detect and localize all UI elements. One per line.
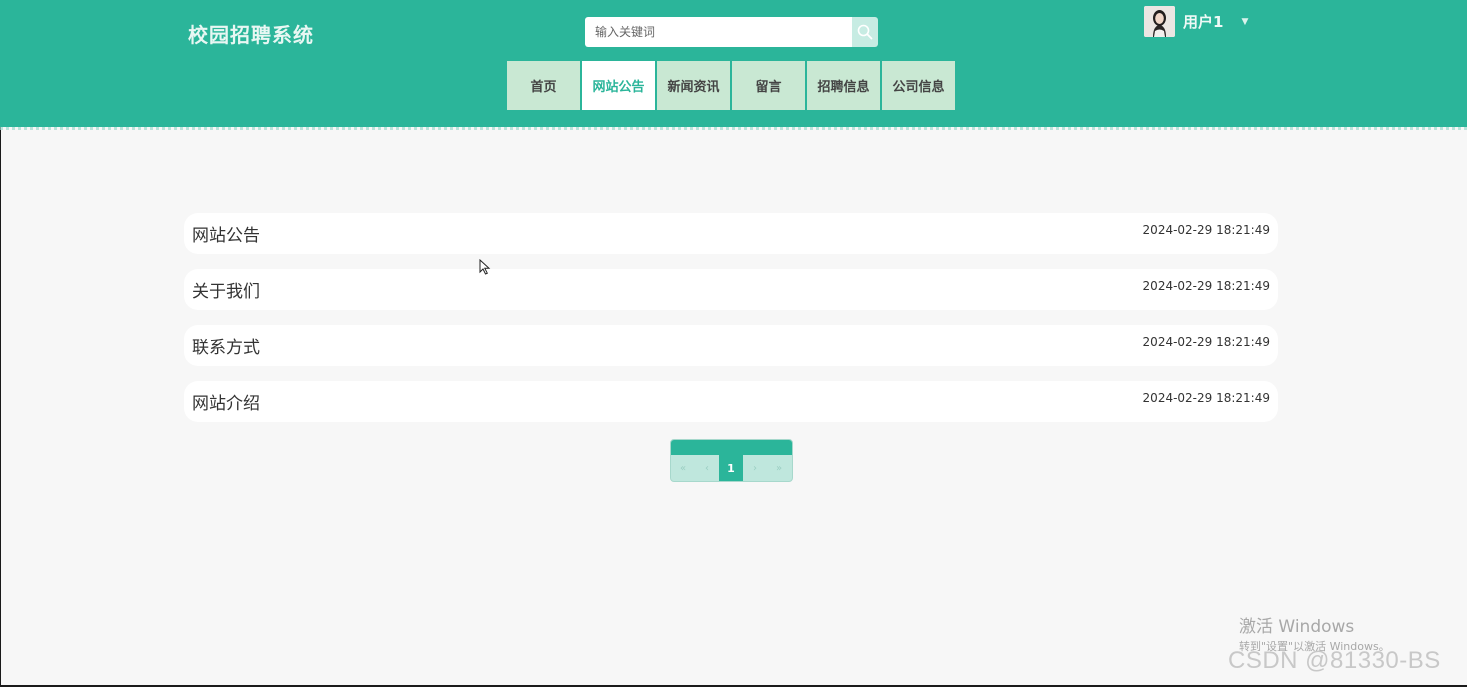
nav-item-jobs[interactable]: 招聘信息 [807, 61, 880, 110]
mouse-cursor-icon [479, 259, 491, 275]
notice-title: 网站介绍 [192, 394, 260, 414]
nav-item-home[interactable]: 首页 [507, 61, 580, 110]
list-item[interactable]: 联系方式 2024-02-29 18:21:49 [184, 325, 1278, 366]
notice-date: 2024-02-29 18:21:49 [1142, 335, 1270, 349]
activation-title: 激活 Windows [1239, 617, 1355, 637]
site-header: 校园招聘系统 用户1 ▼ 首页 网站公告 新闻资讯 留言 招聘信息 [0, 0, 1467, 130]
notice-date: 2024-02-29 18:21:49 [1142, 279, 1270, 293]
nav-item-companies[interactable]: 公司信息 [882, 61, 955, 110]
main-nav: 首页 网站公告 新闻资讯 留言 招聘信息 公司信息 [507, 61, 957, 110]
search-icon [857, 24, 873, 40]
chevron-down-icon[interactable]: ▼ [1241, 17, 1248, 27]
list-item[interactable]: 网站公告 2024-02-29 18:21:49 [184, 213, 1278, 254]
notice-date: 2024-02-29 18:21:49 [1142, 223, 1270, 237]
prev-page-button[interactable]: ‹ [695, 455, 719, 481]
notice-title: 联系方式 [192, 338, 260, 358]
search-button[interactable] [852, 17, 878, 47]
user-name: 用户1 [1183, 12, 1224, 31]
notice-title: 网站公告 [192, 226, 260, 246]
list-item[interactable]: 网站介绍 2024-02-29 18:21:49 [184, 381, 1278, 422]
nav-item-news[interactable]: 新闻资讯 [657, 61, 730, 110]
search-bar [585, 17, 878, 47]
nav-item-notices[interactable]: 网站公告 [582, 61, 655, 110]
first-page-button[interactable]: « [671, 455, 695, 481]
pagination-header [671, 440, 792, 455]
pagination: « ‹ 1 › » [670, 439, 793, 482]
site-brand[interactable]: 校园招聘系统 [188, 19, 314, 48]
nav-item-messages[interactable]: 留言 [732, 61, 805, 110]
avatar [1144, 5, 1175, 37]
search-input[interactable] [585, 17, 852, 47]
notice-list: 网站公告 2024-02-29 18:21:49 关于我们 2024-02-29… [184, 213, 1278, 437]
notice-date: 2024-02-29 18:21:49 [1142, 391, 1270, 405]
list-item[interactable]: 关于我们 2024-02-29 18:21:49 [184, 269, 1278, 310]
notice-title: 关于我们 [192, 282, 260, 302]
csdn-watermark: CSDN @81330-BS [1228, 647, 1441, 674]
next-page-button[interactable]: › [743, 455, 767, 481]
last-page-button[interactable]: » [767, 455, 791, 481]
current-page-button[interactable]: 1 [719, 455, 743, 481]
user-menu[interactable]: 用户1 ▼ [1144, 5, 1248, 37]
